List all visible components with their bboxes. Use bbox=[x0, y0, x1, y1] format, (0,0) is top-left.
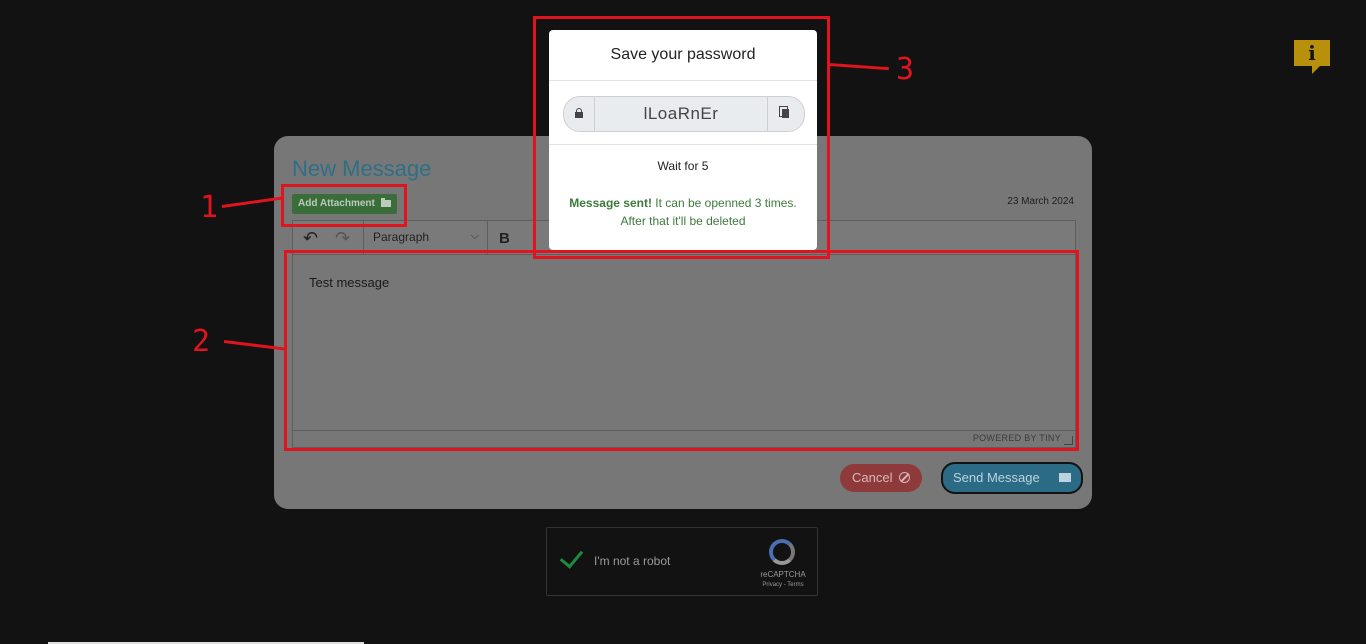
annotation-label-3: 3 bbox=[896, 52, 915, 87]
envelope-icon bbox=[1059, 473, 1071, 482]
annotation-line-3 bbox=[828, 63, 889, 71]
message-date: 23 March 2024 bbox=[1007, 196, 1074, 207]
info-icon[interactable]: i bbox=[1294, 40, 1330, 74]
cancel-button[interactable]: Cancel bbox=[840, 464, 922, 492]
recaptcha-brand: reCAPTCHA bbox=[760, 570, 806, 579]
block-format-select[interactable]: Paragraph ⌵ bbox=[373, 230, 479, 244]
recaptcha-logo-icon bbox=[769, 539, 795, 565]
page-title: New Message bbox=[292, 156, 432, 181]
annotation-label-1: 1 bbox=[200, 190, 219, 225]
bold-button[interactable]: B bbox=[499, 228, 510, 250]
recaptcha-widget: I'm not a robot reCAPTCHA Privacy - Term… bbox=[546, 527, 818, 596]
annotation-line-1 bbox=[221, 196, 282, 208]
cancel-icon bbox=[899, 472, 910, 483]
chevron-down-icon: ⌵ bbox=[470, 230, 479, 242]
annotation-label-2: 2 bbox=[192, 324, 211, 359]
annotation-box-1 bbox=[281, 184, 407, 227]
send-message-label: Send Message bbox=[953, 470, 1040, 485]
checkmark-icon[interactable] bbox=[559, 544, 584, 569]
cancel-label: Cancel bbox=[852, 470, 893, 485]
recaptcha-links[interactable]: Privacy - Terms bbox=[745, 582, 821, 588]
send-message-button[interactable]: Send Message bbox=[941, 462, 1083, 494]
undo-icon[interactable]: ↶ bbox=[303, 227, 318, 249]
block-format-value: Paragraph bbox=[373, 230, 430, 244]
captcha-label: I'm not a robot bbox=[594, 554, 671, 568]
annotation-box-2 bbox=[284, 250, 1079, 451]
annotation-box-3 bbox=[533, 16, 830, 259]
redo-icon[interactable]: ↷ bbox=[335, 227, 350, 249]
